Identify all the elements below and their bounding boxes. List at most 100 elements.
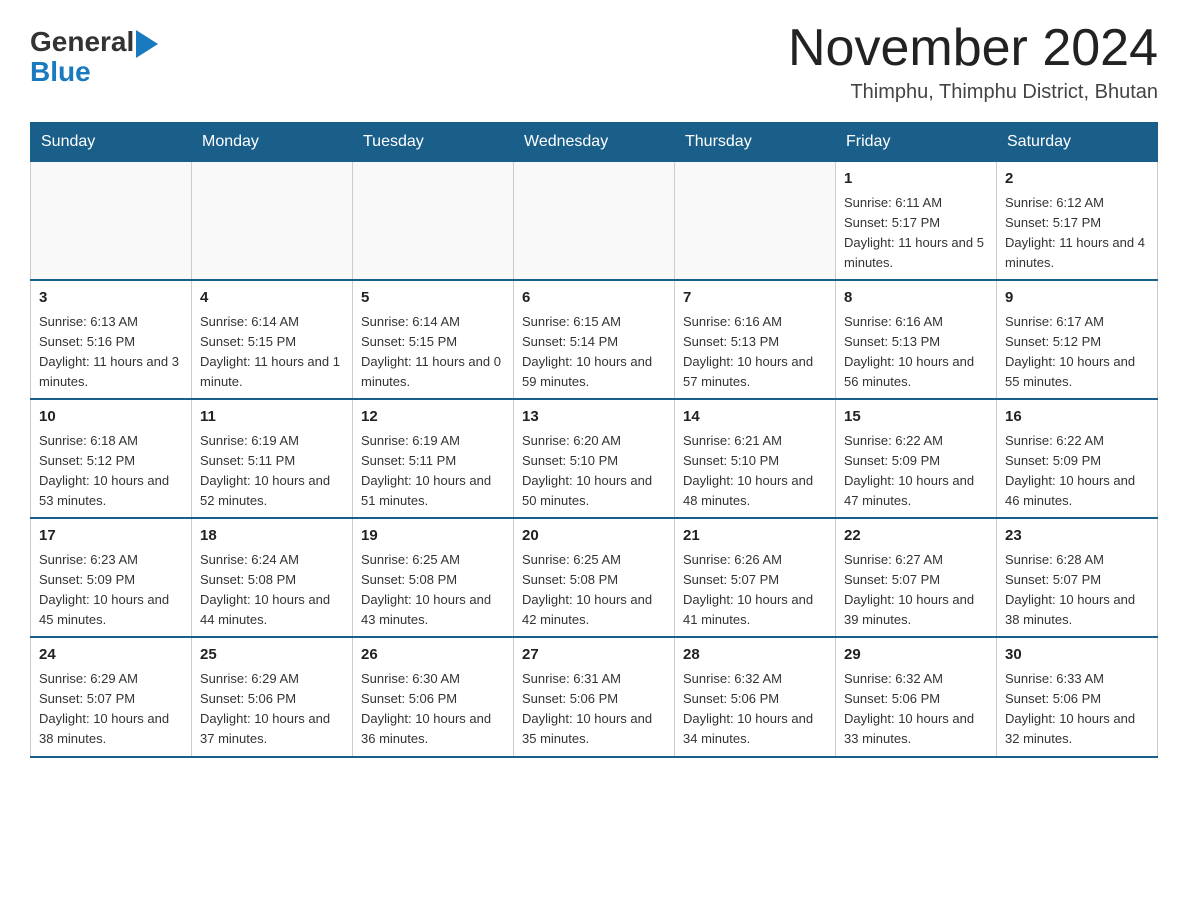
main-title: November 2024 [788, 20, 1158, 77]
day-info: Sunrise: 6:16 AMSunset: 5:13 PMDaylight:… [844, 312, 988, 393]
day-number: 4 [200, 287, 344, 310]
day-info: Sunrise: 6:13 AMSunset: 5:16 PMDaylight:… [39, 312, 183, 393]
day-number: 1 [844, 168, 988, 191]
day-info: Sunrise: 6:18 AMSunset: 5:12 PMDaylight:… [39, 431, 183, 512]
calendar-cell: 4Sunrise: 6:14 AMSunset: 5:15 PMDaylight… [192, 280, 353, 399]
day-number: 11 [200, 406, 344, 429]
day-number: 13 [522, 406, 666, 429]
day-number: 2 [1005, 168, 1149, 191]
day-number: 30 [1005, 644, 1149, 667]
day-number: 25 [200, 644, 344, 667]
day-info: Sunrise: 6:12 AMSunset: 5:17 PMDaylight:… [1005, 193, 1149, 274]
calendar-cell: 22Sunrise: 6:27 AMSunset: 5:07 PMDayligh… [836, 518, 997, 637]
calendar-cell: 25Sunrise: 6:29 AMSunset: 5:06 PMDayligh… [192, 637, 353, 756]
calendar-cell: 16Sunrise: 6:22 AMSunset: 5:09 PMDayligh… [997, 399, 1158, 518]
day-info: Sunrise: 6:17 AMSunset: 5:12 PMDaylight:… [1005, 312, 1149, 393]
day-number: 28 [683, 644, 827, 667]
day-info: Sunrise: 6:22 AMSunset: 5:09 PMDaylight:… [844, 431, 988, 512]
header-day-thursday: Thursday [675, 123, 836, 162]
calendar-cell: 5Sunrise: 6:14 AMSunset: 5:15 PMDaylight… [353, 280, 514, 399]
day-info: Sunrise: 6:29 AMSunset: 5:06 PMDaylight:… [200, 669, 344, 750]
day-info: Sunrise: 6:29 AMSunset: 5:07 PMDaylight:… [39, 669, 183, 750]
day-info: Sunrise: 6:27 AMSunset: 5:07 PMDaylight:… [844, 550, 988, 631]
location-subtitle: Thimphu, Thimphu District, Bhutan [788, 81, 1158, 104]
day-number: 5 [361, 287, 505, 310]
calendar-cell: 6Sunrise: 6:15 AMSunset: 5:14 PMDaylight… [514, 280, 675, 399]
title-area: November 2024 Thimphu, Thimphu District,… [788, 20, 1158, 104]
calendar-week-5: 24Sunrise: 6:29 AMSunset: 5:07 PMDayligh… [31, 637, 1158, 756]
calendar-cell: 24Sunrise: 6:29 AMSunset: 5:07 PMDayligh… [31, 637, 192, 756]
calendar-week-2: 3Sunrise: 6:13 AMSunset: 5:16 PMDaylight… [31, 280, 1158, 399]
calendar-cell: 1Sunrise: 6:11 AMSunset: 5:17 PMDaylight… [836, 162, 997, 281]
day-info: Sunrise: 6:21 AMSunset: 5:10 PMDaylight:… [683, 431, 827, 512]
header-day-tuesday: Tuesday [353, 123, 514, 162]
day-info: Sunrise: 6:15 AMSunset: 5:14 PMDaylight:… [522, 312, 666, 393]
header-row: SundayMondayTuesdayWednesdayThursdayFrid… [31, 123, 1158, 162]
calendar-cell: 2Sunrise: 6:12 AMSunset: 5:17 PMDaylight… [997, 162, 1158, 281]
calendar-cell: 20Sunrise: 6:25 AMSunset: 5:08 PMDayligh… [514, 518, 675, 637]
calendar-cell: 14Sunrise: 6:21 AMSunset: 5:10 PMDayligh… [675, 399, 836, 518]
logo-flag-icon [136, 30, 158, 58]
calendar-cell: 9Sunrise: 6:17 AMSunset: 5:12 PMDaylight… [997, 280, 1158, 399]
calendar-body: 1Sunrise: 6:11 AMSunset: 5:17 PMDaylight… [31, 162, 1158, 757]
calendar-cell [353, 162, 514, 281]
logo-general-text: General [30, 28, 134, 56]
calendar-cell: 8Sunrise: 6:16 AMSunset: 5:13 PMDaylight… [836, 280, 997, 399]
day-info: Sunrise: 6:20 AMSunset: 5:10 PMDaylight:… [522, 431, 666, 512]
calendar-cell: 21Sunrise: 6:26 AMSunset: 5:07 PMDayligh… [675, 518, 836, 637]
header-day-sunday: Sunday [31, 123, 192, 162]
day-number: 20 [522, 525, 666, 548]
page-header: General Blue November 2024 Thimphu, Thim… [30, 20, 1158, 104]
day-number: 3 [39, 287, 183, 310]
calendar-header: SundayMondayTuesdayWednesdayThursdayFrid… [31, 123, 1158, 162]
day-number: 24 [39, 644, 183, 667]
calendar-cell: 27Sunrise: 6:31 AMSunset: 5:06 PMDayligh… [514, 637, 675, 756]
calendar-cell: 15Sunrise: 6:22 AMSunset: 5:09 PMDayligh… [836, 399, 997, 518]
day-number: 6 [522, 287, 666, 310]
logo-blue-text: Blue [30, 58, 91, 86]
day-number: 26 [361, 644, 505, 667]
day-info: Sunrise: 6:32 AMSunset: 5:06 PMDaylight:… [844, 669, 988, 750]
calendar-cell: 19Sunrise: 6:25 AMSunset: 5:08 PMDayligh… [353, 518, 514, 637]
day-number: 23 [1005, 525, 1149, 548]
day-number: 8 [844, 287, 988, 310]
calendar-cell: 18Sunrise: 6:24 AMSunset: 5:08 PMDayligh… [192, 518, 353, 637]
header-day-friday: Friday [836, 123, 997, 162]
calendar-cell [192, 162, 353, 281]
calendar-cell: 17Sunrise: 6:23 AMSunset: 5:09 PMDayligh… [31, 518, 192, 637]
day-info: Sunrise: 6:26 AMSunset: 5:07 PMDaylight:… [683, 550, 827, 631]
day-number: 17 [39, 525, 183, 548]
day-info: Sunrise: 6:16 AMSunset: 5:13 PMDaylight:… [683, 312, 827, 393]
calendar-week-4: 17Sunrise: 6:23 AMSunset: 5:09 PMDayligh… [31, 518, 1158, 637]
calendar-cell: 3Sunrise: 6:13 AMSunset: 5:16 PMDaylight… [31, 280, 192, 399]
day-number: 22 [844, 525, 988, 548]
header-day-monday: Monday [192, 123, 353, 162]
day-number: 14 [683, 406, 827, 429]
calendar-cell: 12Sunrise: 6:19 AMSunset: 5:11 PMDayligh… [353, 399, 514, 518]
header-day-wednesday: Wednesday [514, 123, 675, 162]
calendar-cell [31, 162, 192, 281]
day-number: 16 [1005, 406, 1149, 429]
day-number: 19 [361, 525, 505, 548]
day-info: Sunrise: 6:22 AMSunset: 5:09 PMDaylight:… [1005, 431, 1149, 512]
day-number: 21 [683, 525, 827, 548]
day-info: Sunrise: 6:31 AMSunset: 5:06 PMDaylight:… [522, 669, 666, 750]
calendar-cell: 10Sunrise: 6:18 AMSunset: 5:12 PMDayligh… [31, 399, 192, 518]
day-number: 15 [844, 406, 988, 429]
day-info: Sunrise: 6:25 AMSunset: 5:08 PMDaylight:… [361, 550, 505, 631]
day-info: Sunrise: 6:28 AMSunset: 5:07 PMDaylight:… [1005, 550, 1149, 631]
calendar-cell: 13Sunrise: 6:20 AMSunset: 5:10 PMDayligh… [514, 399, 675, 518]
calendar-cell: 28Sunrise: 6:32 AMSunset: 5:06 PMDayligh… [675, 637, 836, 756]
calendar-cell: 30Sunrise: 6:33 AMSunset: 5:06 PMDayligh… [997, 637, 1158, 756]
day-number: 7 [683, 287, 827, 310]
day-info: Sunrise: 6:32 AMSunset: 5:06 PMDaylight:… [683, 669, 827, 750]
day-info: Sunrise: 6:11 AMSunset: 5:17 PMDaylight:… [844, 193, 988, 274]
day-info: Sunrise: 6:24 AMSunset: 5:08 PMDaylight:… [200, 550, 344, 631]
calendar-cell: 11Sunrise: 6:19 AMSunset: 5:11 PMDayligh… [192, 399, 353, 518]
calendar-cell: 7Sunrise: 6:16 AMSunset: 5:13 PMDaylight… [675, 280, 836, 399]
calendar-week-3: 10Sunrise: 6:18 AMSunset: 5:12 PMDayligh… [31, 399, 1158, 518]
day-info: Sunrise: 6:14 AMSunset: 5:15 PMDaylight:… [200, 312, 344, 393]
day-number: 18 [200, 525, 344, 548]
calendar-week-1: 1Sunrise: 6:11 AMSunset: 5:17 PMDaylight… [31, 162, 1158, 281]
calendar-cell: 23Sunrise: 6:28 AMSunset: 5:07 PMDayligh… [997, 518, 1158, 637]
